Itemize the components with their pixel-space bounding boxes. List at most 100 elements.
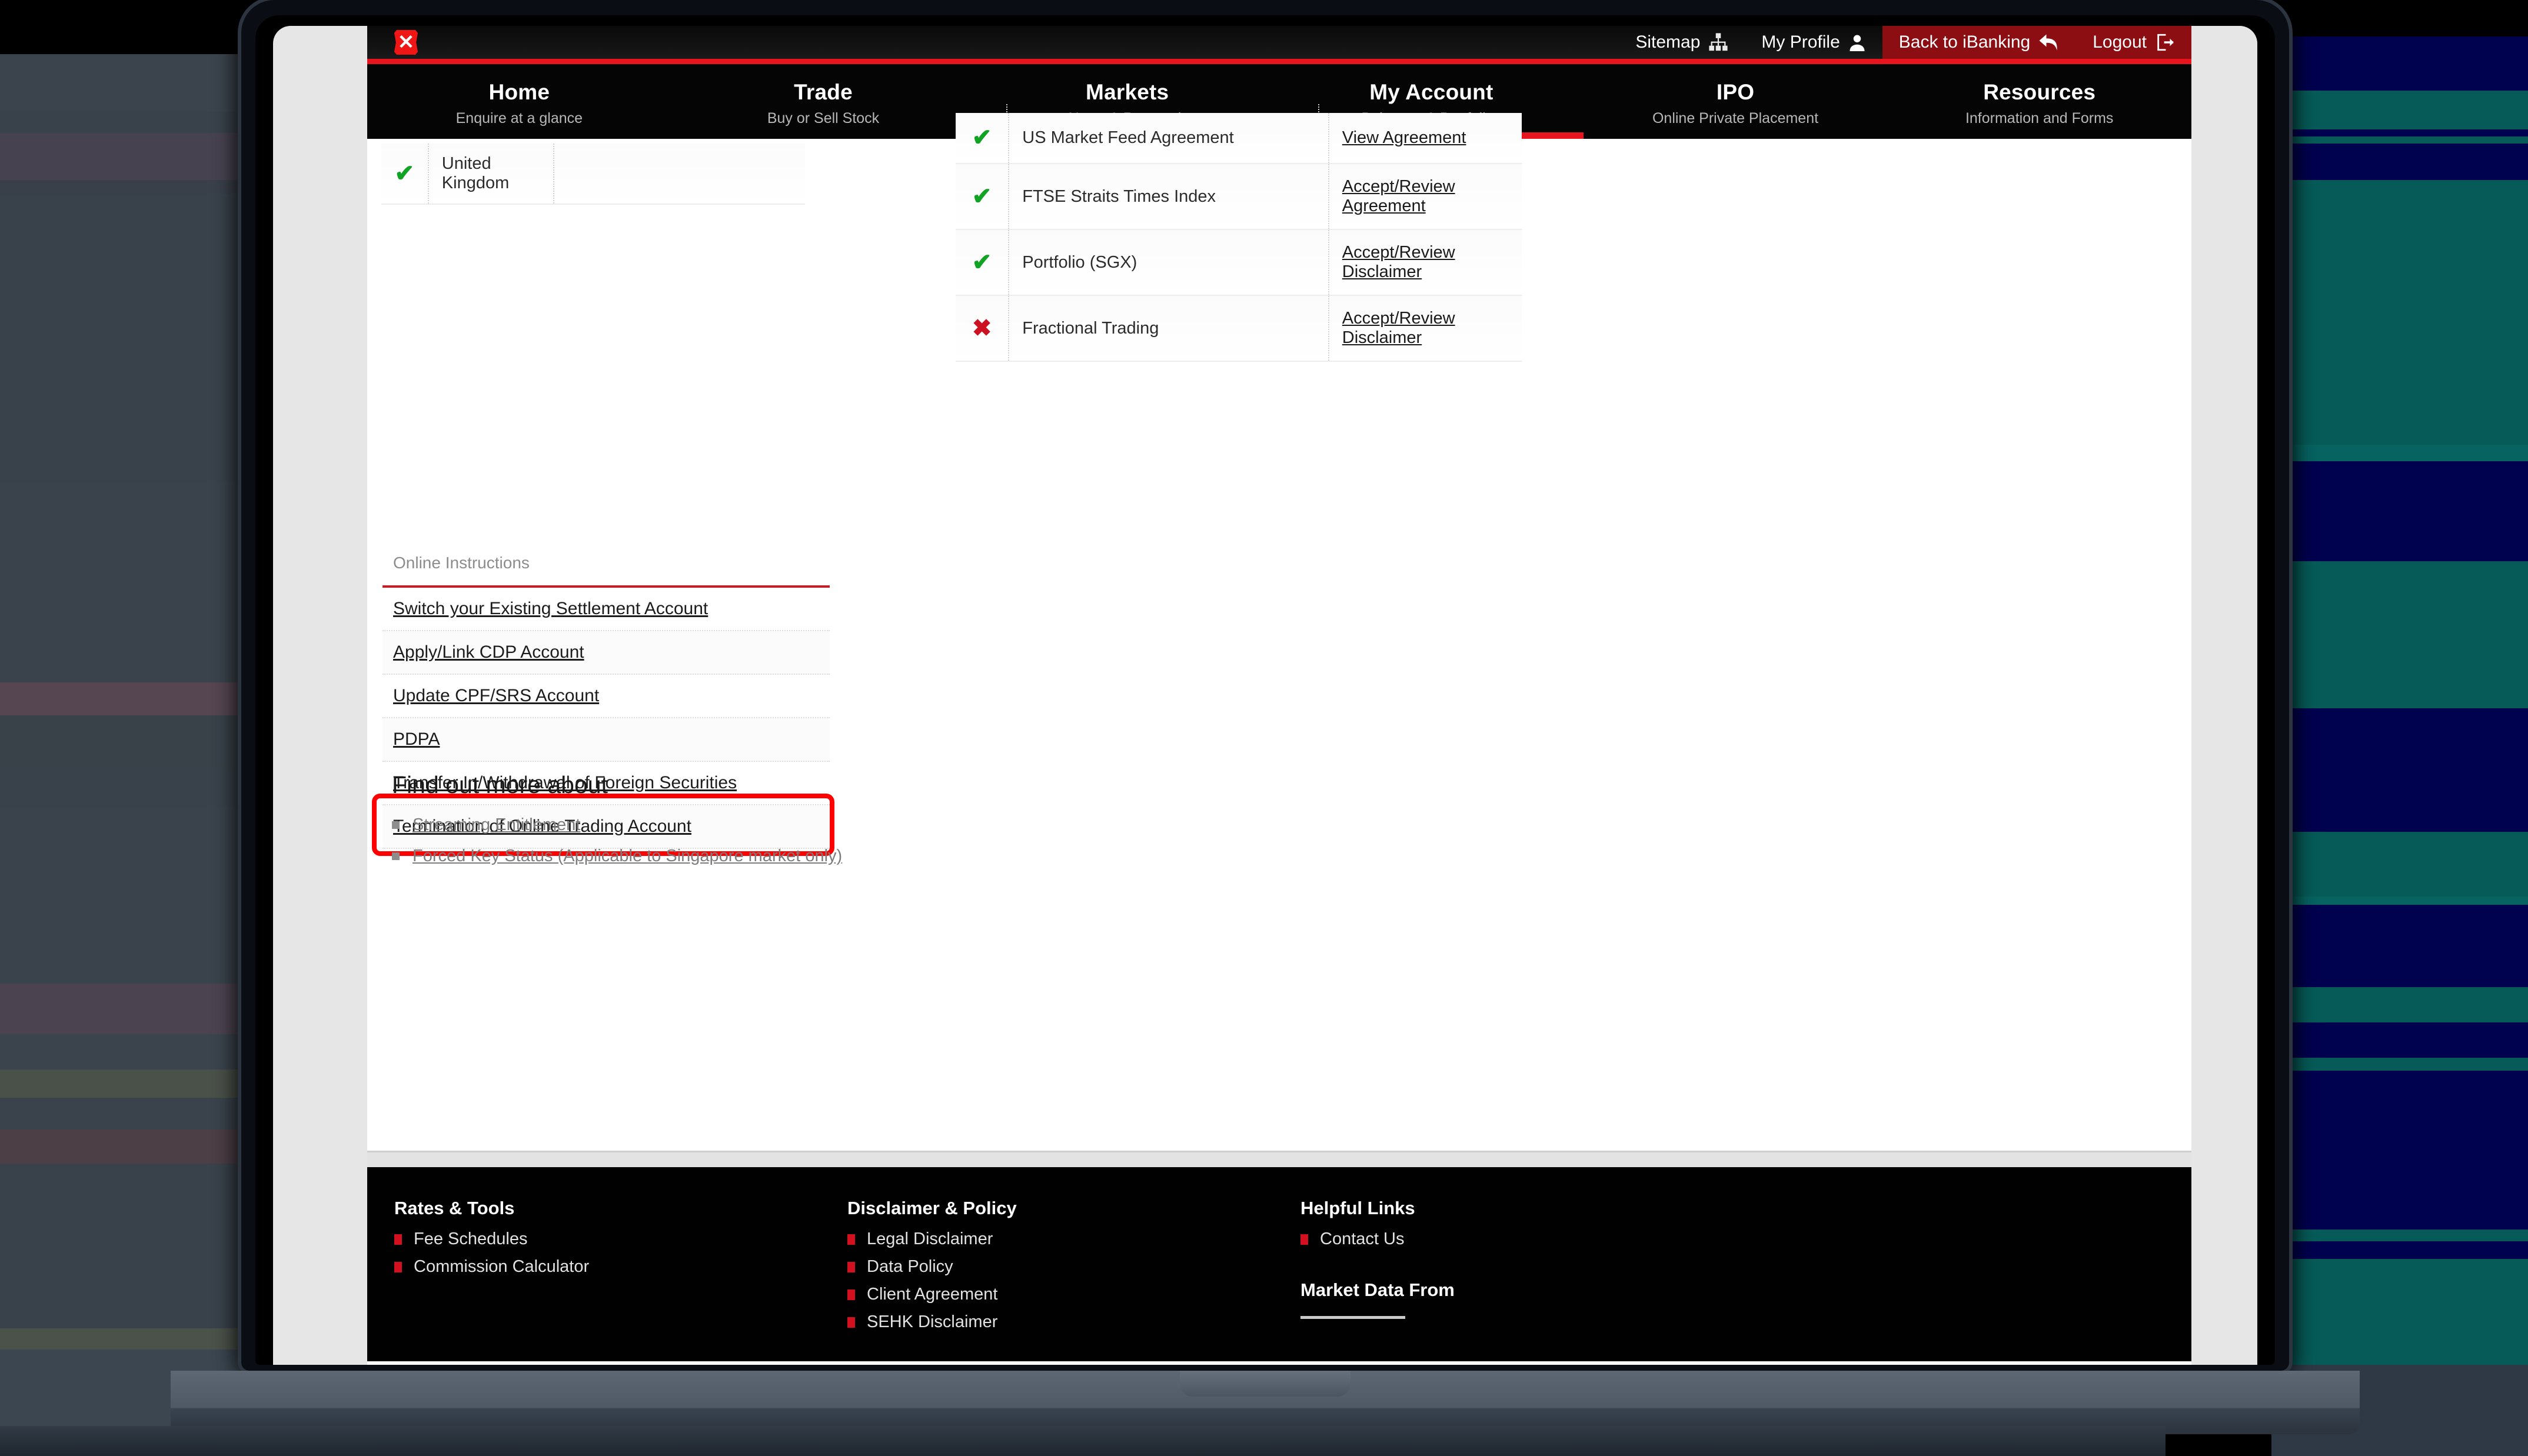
wallpaper-band [2271, 461, 2528, 561]
list-item[interactable]: Contact Us [1300, 1230, 1803, 1249]
laptop-device: ✕ Sitemap My Profile Back to iBanking Lo… [171, 0, 2360, 1434]
brand-accent-bar [367, 59, 2191, 64]
square-bullet-icon [1300, 1234, 1308, 1245]
nav-subtitle: Information and Forms [1965, 109, 2114, 126]
table-row: ✔ Portfolio (SGX) Accept/Review Disclaim… [956, 229, 1522, 296]
nav-tab-ipo[interactable]: IPO Online Private Placement [1584, 64, 1888, 139]
wallpaper-band [2271, 1071, 2528, 1230]
commission-calculator-link[interactable]: Commission Calculator [414, 1257, 589, 1277]
table-row: ✖ Fractional Trading Accept/Review Discl… [956, 295, 1522, 362]
list-item[interactable]: Client Agreement [847, 1285, 1273, 1304]
apply-link-cdp-account-link[interactable]: Apply/Link CDP Account [393, 642, 584, 662]
online-instructions-heading: Online Instructions [382, 554, 830, 588]
view-agreement-link[interactable]: View Agreement [1342, 128, 1466, 147]
find-out-more-list: Streaming Entitlement Forced Key Status … [392, 815, 1039, 866]
wallpaper-band [0, 768, 277, 807]
wallpaper-band [2271, 987, 2528, 1022]
legal-disclaimer-link[interactable]: Legal Disclaimer [867, 1230, 993, 1249]
agreement-action-cell: View Agreement [1328, 113, 1522, 164]
wallpaper-left [0, 0, 277, 1456]
laptop-base-shadow [0, 1426, 2166, 1456]
nav-title: Markets [1086, 79, 1169, 104]
square-bullet-icon [392, 852, 400, 860]
accept-review-agreement-link[interactable]: Accept/Review Agreement [1342, 177, 1455, 215]
streaming-entitlement-link[interactable]: Streaming Entitlement [413, 815, 580, 835]
laptop-base-notch [1180, 1371, 1351, 1397]
nav-tab-home[interactable]: Home Enquire at a glance [367, 64, 671, 139]
logout-icon [2155, 32, 2175, 52]
list-item[interactable]: Fee Schedules [394, 1230, 820, 1249]
list-item[interactable]: SEHK Disclaimer [847, 1312, 1273, 1332]
footer-heading: Helpful Links [1300, 1198, 1415, 1218]
client-agreement-link[interactable]: Client Agreement [867, 1285, 997, 1304]
wallpaper-band [0, 715, 277, 768]
find-out-more-panel: Find out more about Streaming Entitlemen… [392, 771, 1039, 878]
switch-settlement-account-link[interactable]: Switch your Existing Settlement Account [393, 599, 708, 619]
accept-review-disclaimer-link[interactable]: Accept/Review Disclaimer [1342, 243, 1455, 281]
wallpaper-band [2271, 129, 2528, 136]
laptop-base [171, 1371, 2360, 1434]
status-cell: ✔ [956, 113, 1010, 164]
square-bullet-icon [392, 821, 400, 829]
list-item[interactable]: Update CPF/SRS Account [382, 675, 830, 718]
wallpaper-band [0, 984, 277, 1034]
accept-review-disclaimer-link[interactable]: Accept/Review Disclaimer [1342, 309, 1455, 347]
square-bullet-icon [847, 1289, 855, 1300]
wallpaper-right [2271, 0, 2528, 1456]
wallpaper-band [2271, 832, 2528, 897]
wallpaper-band [0, 1328, 277, 1350]
nav-tab-resources[interactable]: Resources Information and Forms [1887, 64, 2191, 139]
forced-key-status-link[interactable]: Forced Key Status (Applicable to Singapo… [413, 847, 842, 866]
utility-links: Sitemap My Profile Back to iBanking Logo… [1619, 26, 2191, 59]
agreement-name-cell: US Market Feed Agreement [1009, 113, 1329, 164]
nav-subtitle: Buy or Sell Stock [767, 109, 880, 126]
fee-schedules-link[interactable]: Fee Schedules [414, 1230, 527, 1249]
wallpaper-band [0, 1098, 277, 1130]
wallpaper-band [0, 112, 277, 133]
wallpaper-band [2271, 1058, 2528, 1071]
list-item[interactable]: Switch your Existing Settlement Account [382, 588, 830, 631]
list-item[interactable]: Streaming Entitlement [392, 815, 1039, 835]
wallpaper-band [2271, 0, 2528, 36]
square-bullet-icon [847, 1317, 855, 1328]
market-action-cell [554, 144, 805, 205]
wallpaper-band [2271, 91, 2528, 129]
list-item[interactable]: Commission Calculator [394, 1257, 820, 1277]
my-profile-link[interactable]: My Profile [1745, 26, 1882, 59]
pdpa-link[interactable]: PDPA [393, 729, 440, 749]
nav-title: Resources [1983, 79, 2096, 104]
wallpaper-band [2271, 1259, 2528, 1365]
data-policy-link[interactable]: Data Policy [867, 1257, 953, 1277]
close-icon[interactable]: ✕ [394, 30, 418, 55]
agreement-action-cell: Accept/Review Disclaimer [1328, 295, 1522, 362]
back-to-ibanking-button[interactable]: Back to iBanking [1882, 26, 2077, 59]
sehk-disclaimer-link[interactable]: SEHK Disclaimer [867, 1312, 997, 1332]
logout-button[interactable]: Logout [2076, 26, 2191, 59]
nav-tab-trade[interactable]: Trade Buy or Sell Stock [671, 64, 976, 139]
web-page: ✕ Sitemap My Profile Back to iBanking Lo… [367, 26, 2191, 1365]
wallpaper-band [2271, 1230, 2528, 1241]
list-item[interactable]: Legal Disclaimer [847, 1230, 1273, 1249]
wallpaper-band [2271, 1241, 2528, 1259]
browser-screen: ✕ Sitemap My Profile Back to iBanking Lo… [273, 26, 2257, 1365]
sitemap-link[interactable]: Sitemap [1619, 26, 1745, 59]
market-data-from-label: Market Data From [1300, 1280, 1455, 1300]
update-cpf-srs-account-link[interactable]: Update CPF/SRS Account [393, 686, 599, 706]
list-item[interactable]: Forced Key Status (Applicable to Singapo… [392, 847, 1039, 866]
list-item[interactable]: Data Policy [847, 1257, 1273, 1277]
wallpaper-band [2271, 905, 2528, 987]
status-cell: ✔ [956, 229, 1010, 296]
nav-subtitle: Online Private Placement [1652, 109, 1819, 126]
footer-link-list: Legal Disclaimer Data Policy Client Agre… [847, 1230, 1273, 1332]
wallpaper-band [0, 54, 277, 112]
wallpaper-band [2271, 561, 2528, 708]
list-item[interactable]: Apply/Link CDP Account [382, 631, 830, 675]
wallpaper-band [2271, 144, 2528, 180]
wallpaper-band [0, 482, 277, 682]
wallpaper-band [0, 0, 277, 54]
contact-us-link[interactable]: Contact Us [1320, 1230, 1404, 1249]
list-item[interactable]: PDPA [382, 718, 830, 762]
sitemap-label: Sitemap [1635, 32, 1701, 52]
square-bullet-icon [847, 1261, 855, 1272]
nav-title: My Account [1369, 79, 1493, 104]
